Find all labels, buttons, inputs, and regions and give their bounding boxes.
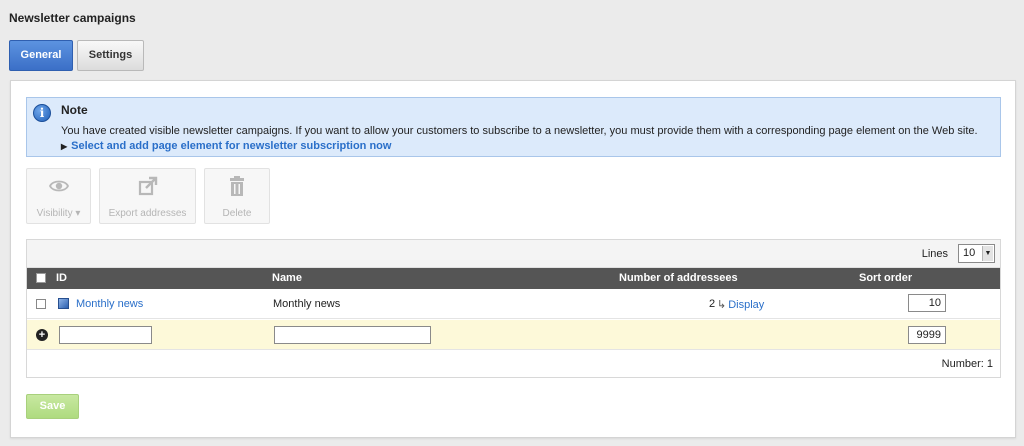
link-arrow-icon: ↳ bbox=[717, 299, 727, 311]
note-link-label: Select and add page element for newslett… bbox=[71, 140, 392, 152]
grid-header: ID Name Number of addressees Sort order bbox=[27, 268, 1000, 289]
note-title: Note bbox=[61, 103, 88, 117]
toolbar: Visibility ▾ Export addresses Delete bbox=[26, 168, 270, 224]
record-count: Number: 1 bbox=[941, 358, 993, 370]
column-header-name[interactable]: Name bbox=[272, 272, 302, 284]
campaign-id-link[interactable]: Monthly news bbox=[76, 298, 143, 310]
addressee-count: 2 bbox=[709, 298, 716, 310]
eye-icon bbox=[48, 180, 69, 192]
tab-general[interactable]: General bbox=[9, 40, 73, 71]
select-all-checkbox[interactable] bbox=[36, 273, 46, 283]
new-id-input[interactable] bbox=[59, 326, 152, 344]
campaign-grid: Lines 10 ▼ ID Name Number of addressees … bbox=[26, 239, 1001, 378]
page-title: Newsletter campaigns bbox=[9, 11, 136, 25]
column-header-sort[interactable]: Sort order bbox=[859, 272, 912, 284]
new-sort-order-input[interactable]: 9999 bbox=[908, 326, 946, 344]
trash-icon bbox=[230, 176, 244, 196]
column-header-count[interactable]: Number of addressees bbox=[619, 272, 738, 284]
note-text: You have created visible newsletter camp… bbox=[61, 125, 978, 137]
triangle-right-icon: ▶ bbox=[61, 142, 68, 151]
new-name-input[interactable] bbox=[274, 326, 431, 344]
export-addresses-button[interactable]: Export addresses bbox=[99, 168, 196, 224]
delete-button[interactable]: Delete bbox=[204, 168, 270, 224]
export-addresses-label: Export addresses bbox=[108, 208, 187, 219]
save-button[interactable]: Save bbox=[26, 394, 79, 419]
display-addressees-link[interactable]: ↳ Display bbox=[717, 298, 764, 311]
row-checkbox[interactable] bbox=[36, 299, 46, 309]
campaign-name: Monthly news bbox=[273, 298, 341, 310]
table-row: Monthly news Monthly news 2 ↳ Display 10 bbox=[27, 289, 1000, 319]
grid-toolbar: Lines 10 ▼ bbox=[27, 240, 1000, 268]
delete-label: Delete bbox=[222, 208, 252, 219]
add-icon[interactable]: + bbox=[36, 329, 48, 341]
visibility-label: Visibility ▾ bbox=[36, 208, 81, 219]
note-box: i Note You have created visible newslett… bbox=[26, 97, 1001, 157]
export-icon bbox=[138, 176, 157, 196]
visibility-button[interactable]: Visibility ▾ bbox=[26, 168, 91, 224]
tab-bar: General Settings bbox=[9, 40, 144, 71]
campaign-icon bbox=[58, 298, 69, 309]
lines-label: Lines bbox=[921, 248, 948, 260]
new-row: + 9999 bbox=[27, 320, 1000, 350]
grid-footer: Number: 1 bbox=[27, 351, 1000, 377]
column-header-id[interactable]: ID bbox=[56, 272, 67, 284]
info-icon: i bbox=[33, 104, 51, 122]
sort-order-input[interactable]: 10 bbox=[908, 294, 946, 312]
dropdown-arrow-icon: ▼ bbox=[982, 246, 993, 261]
lines-select[interactable]: 10 ▼ bbox=[958, 244, 995, 263]
add-subscription-element-link[interactable]: ▶ Select and add page element for newslet… bbox=[61, 140, 391, 152]
main-panel: i Note You have created visible newslett… bbox=[10, 80, 1016, 438]
tab-settings[interactable]: Settings bbox=[77, 40, 144, 71]
